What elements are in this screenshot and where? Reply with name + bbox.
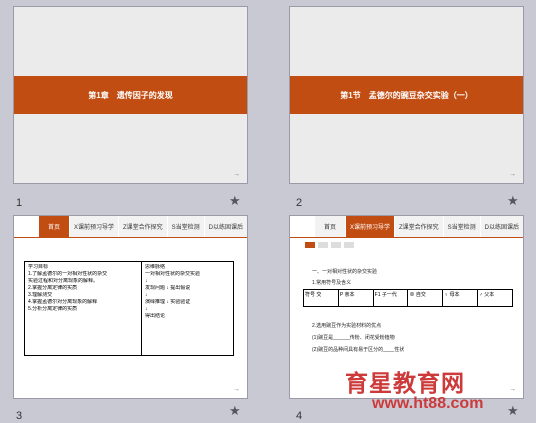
tab-test[interactable]: S当堂检测 <box>166 216 204 237</box>
line: 思维脉络 <box>145 264 166 270</box>
divider <box>14 237 247 238</box>
line: 得出结论 <box>145 313 166 319</box>
tab-practice[interactable]: D以练固课后 <box>479 216 523 237</box>
objectives-column: 学习目标 1.了解孟德尔的一对相对性状的杂交 实验过程和对分离现象的解释。 2.… <box>25 262 142 355</box>
line: 发现问题 ↓ 提出假说 <box>145 285 191 291</box>
slide-number: 1 <box>16 197 23 209</box>
cell: 符号 交 <box>304 290 339 306</box>
cell: P 亲本 <box>339 290 374 306</box>
line: ↓ <box>145 278 148 284</box>
symbol-table: 符号 交 P 亲本 F1 子一代 ⊗ 自交 ♀ 母本 ♂ 父本 <box>303 289 513 307</box>
divider <box>290 237 523 238</box>
cell: ♀ 母本 <box>443 290 479 306</box>
line: ↓ <box>145 292 148 298</box>
nav-tabs: 首页 X课前预习导学 Z课堂合作探究 S当堂检测 D以练固课后 <box>37 216 247 237</box>
mindmap-column: 思维脉络 一对相对性状的杂交实验 ↓ 发现问题 ↓ 提出假说 ↓ 演绎推理 ↓ … <box>142 262 203 355</box>
text-line: (1)豌豆是______传粉、闭花受粉植物 <box>312 335 395 341</box>
watermark-url: www.ht88.com <box>372 395 484 412</box>
step-indicator <box>305 242 354 248</box>
tab-practice[interactable]: D以练固课后 <box>203 216 247 237</box>
slide-number: 4 <box>296 410 303 422</box>
title-band: 第1章 遗传因子的发现 <box>14 76 247 114</box>
line: ↓ <box>145 306 148 312</box>
line: 1.了解孟德尔的一对相对性状的杂交 <box>28 271 108 277</box>
star-icon[interactable]: ★ <box>507 193 519 209</box>
next-arrow-icon[interactable]: → <box>509 171 516 178</box>
next-arrow-icon[interactable]: → <box>509 386 516 393</box>
section-heading: 一、一对相对性状的杂交实验 <box>312 269 378 275</box>
slide-2[interactable]: 第1节 孟德尔的豌豆杂交实验（一） → <box>289 6 524 184</box>
cell: F1 子一代 <box>374 290 409 306</box>
text-line: 2.选用豌豆作为实验材料的优点 <box>312 323 382 329</box>
title-band: 第1节 孟德尔的豌豆杂交实验（一） <box>290 76 523 114</box>
step[interactable] <box>331 242 341 248</box>
watermark: 育星教育网 <box>345 370 465 396</box>
slide-1[interactable]: 第1章 遗传因子的发现 → <box>13 6 248 184</box>
nav-tabs: 首页 X课前预习导学 Z课堂合作探究 S当堂检测 D以练固课后 <box>313 216 523 237</box>
tab-test[interactable]: S当堂检测 <box>442 216 480 237</box>
cell: ♂ 父本 <box>479 292 495 298</box>
line: 4.掌握孟德尔对分离现象的解释 <box>28 299 98 305</box>
star-icon[interactable]: ★ <box>229 403 241 419</box>
line: 5.分析分离定律的实质 <box>28 306 78 312</box>
line: 实验过程和对分离现象的解释。 <box>28 278 99 284</box>
line: 演绎推理 ↓ 实验验证 <box>145 299 191 305</box>
line: 一对相对性状的杂交实验 <box>145 271 201 277</box>
step[interactable] <box>305 242 315 248</box>
tab-explore[interactable]: Z课堂合作探究 <box>393 216 443 237</box>
line: 学习目标 <box>28 264 49 270</box>
star-icon[interactable]: ★ <box>229 193 241 209</box>
slide-number: 2 <box>296 197 303 209</box>
next-arrow-icon[interactable]: → <box>233 171 240 178</box>
tab-preview[interactable]: X课前预习导学 <box>344 216 394 237</box>
line: 2.掌握分离定律的实质 <box>28 285 78 291</box>
slide-number: 3 <box>16 410 23 422</box>
line: 3.理解测交 <box>28 292 53 298</box>
next-arrow-icon[interactable]: → <box>233 386 240 393</box>
cell: ⊗ 自交 <box>408 290 444 306</box>
tab-home[interactable]: 首页 <box>37 216 69 237</box>
tab-preview[interactable]: X课前预习导学 <box>68 216 118 237</box>
slide-3[interactable]: 首页 X课前预习导学 Z课堂合作探究 S当堂检测 D以练固课后 学习目标 1.了… <box>13 215 248 399</box>
tab-home[interactable]: 首页 <box>313 216 345 237</box>
star-icon[interactable]: ★ <box>507 403 519 419</box>
text-line: (2)豌豆的品种间具有易于区分的____性状 <box>312 347 405 353</box>
objectives-table: 学习目标 1.了解孟德尔的一对相对性状的杂交 实验过程和对分离现象的解释。 2.… <box>24 261 234 356</box>
tab-explore[interactable]: Z课堂合作探究 <box>117 216 167 237</box>
step[interactable] <box>344 242 354 248</box>
step[interactable] <box>318 242 328 248</box>
sub-heading: 1.常用符号及含义 <box>312 280 352 286</box>
